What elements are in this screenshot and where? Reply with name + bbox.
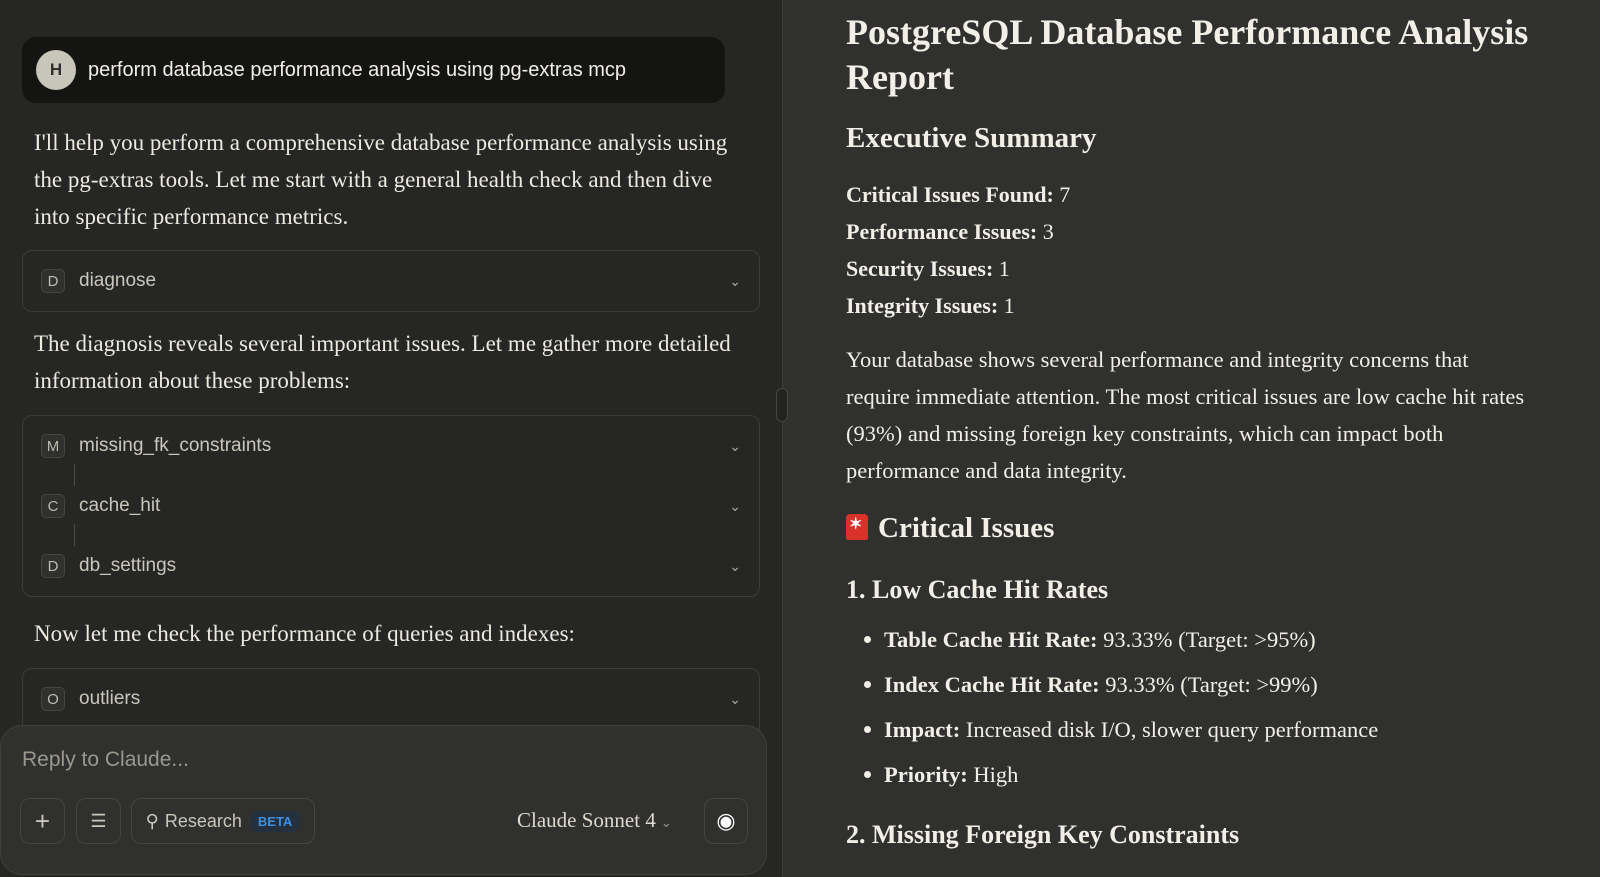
assistant-text: I'll help you perform a comprehensive da… [34, 130, 728, 229]
model-label: Claude Sonnet 4 [517, 808, 656, 832]
tool-name: db_settings [79, 555, 177, 576]
issue-heading: 1. Low Cache Hit Rates [846, 575, 1109, 604]
assistant-text: The diagnosis reveals several important … [34, 331, 731, 393]
bullet-value: 93.33% (Target: >99%) [1105, 672, 1318, 697]
chevron-down-icon[interactable]: ⌄ [729, 273, 741, 290]
tool-name: missing_fk_constraints [79, 435, 272, 456]
stat-label: Security Issues: [846, 256, 994, 281]
model-selector[interactable]: Claude Sonnet 4 ⌄ [517, 808, 672, 833]
chevron-down-icon[interactable]: ⌄ [729, 558, 741, 575]
user-message-text: perform database performance analysis us… [88, 58, 627, 81]
tool-badge: D [41, 554, 65, 578]
issue-bullets: Table Cache Hit Rate: 93.33% (Target: >9… [846, 617, 1378, 797]
tool-call-cache-hit[interactable]: Ccache_hit ⌄ [23, 476, 759, 546]
list-item: Priority: High [846, 752, 1378, 797]
list-item: Impact: Increased disk I/O, slower query… [846, 707, 1378, 752]
stats-list: Critical Issues Found: 7 Performance Iss… [846, 176, 1070, 324]
tool-badge: C [41, 494, 65, 518]
chevron-down-icon[interactable]: ⌄ [729, 498, 741, 515]
stop-button[interactable]: ◉ [704, 798, 748, 844]
tool-badge: O [41, 687, 65, 711]
research-label: Research [164, 810, 242, 831]
stat-value: 7 [1059, 182, 1071, 207]
bullet-value: High [973, 762, 1019, 787]
resize-handle[interactable] [776, 388, 788, 422]
tool-call-group: Mmissing_fk_constraints ⌄ Ccache_hit ⌄ Ddb… [22, 415, 760, 597]
bullet-value: Increased disk I/O, slower query perform… [965, 717, 1379, 742]
stop-icon: ◉ [716, 808, 736, 833]
assistant-text: Now let me check the performance of quer… [34, 621, 575, 646]
tool-badge: D [41, 269, 65, 293]
tool-name: diagnose [79, 270, 157, 291]
chevron-down-icon: ⌄ [660, 815, 672, 830]
tool-call-db-settings[interactable]: Ddb_settings ⌄ [23, 536, 759, 596]
bullet-label: Table Cache Hit Rate: [884, 627, 1098, 652]
bullet-value: 93.33% (Target: >95%) [1103, 627, 1316, 652]
user-message: H perform database performance analysis … [22, 37, 725, 103]
stat-label: Performance Issues: [846, 219, 1038, 244]
critical-issues-heading: Critical Issues [846, 512, 1054, 545]
chevron-down-icon[interactable]: ⌄ [729, 691, 741, 708]
stat-value: 1 [998, 256, 1010, 281]
stat-label: Integrity Issues: [846, 293, 999, 318]
avatar: H [36, 50, 76, 90]
sliders-icon: ☰ [90, 810, 107, 831]
report-title: PostgreSQL Database Performance Analysis… [846, 12, 1529, 97]
bullet-label: Priority: [884, 762, 968, 787]
bullet-label: Impact: [884, 717, 961, 742]
add-button[interactable]: + [20, 798, 65, 844]
report-panel: PostgreSQL Database Performance Analysis… [782, 0, 1600, 877]
tool-call-missing-fk[interactable]: Mmissing_fk_constraints ⌄ [23, 416, 759, 486]
chat-panel: H perform database performance analysis … [0, 0, 782, 877]
tools-button[interactable]: ☰ [76, 798, 121, 844]
executive-summary-heading: Executive Summary [846, 122, 1097, 154]
summary-paragraph: Your database shows several performance … [846, 347, 1525, 483]
bullet-label: Index Cache Hit Rate: [884, 672, 1100, 697]
tool-name: cache_hit [79, 495, 161, 516]
stat-value: 1 [1003, 293, 1015, 318]
stat-label: Critical Issues Found: [846, 182, 1054, 207]
reply-input[interactable]: Reply to Claude... [22, 748, 189, 772]
list-item: Table Cache Hit Rate: 93.33% (Target: >9… [846, 617, 1378, 662]
stat-value: 3 [1042, 219, 1054, 244]
siren-icon [846, 514, 868, 540]
list-item: Index Cache Hit Rate: 93.33% (Target: >9… [846, 662, 1378, 707]
research-button[interactable]: ⚲ Research BETA [131, 798, 315, 844]
beta-badge: BETA [249, 810, 301, 832]
tool-badge: M [41, 434, 65, 458]
issue-heading: 2. Missing Foreign Key Constraints [846, 820, 1240, 849]
research-icon: ⚲ [145, 810, 159, 831]
critical-issues-label: Critical Issues [878, 512, 1055, 544]
tool-call-diagnose[interactable]: Ddiagnose ⌄ [22, 250, 760, 312]
tool-name: outliers [79, 688, 141, 709]
chevron-down-icon[interactable]: ⌄ [729, 438, 741, 455]
plus-icon: + [34, 805, 51, 836]
composer: Reply to Claude... + ☰ ⚲ Research BETA Cla… [0, 725, 767, 875]
